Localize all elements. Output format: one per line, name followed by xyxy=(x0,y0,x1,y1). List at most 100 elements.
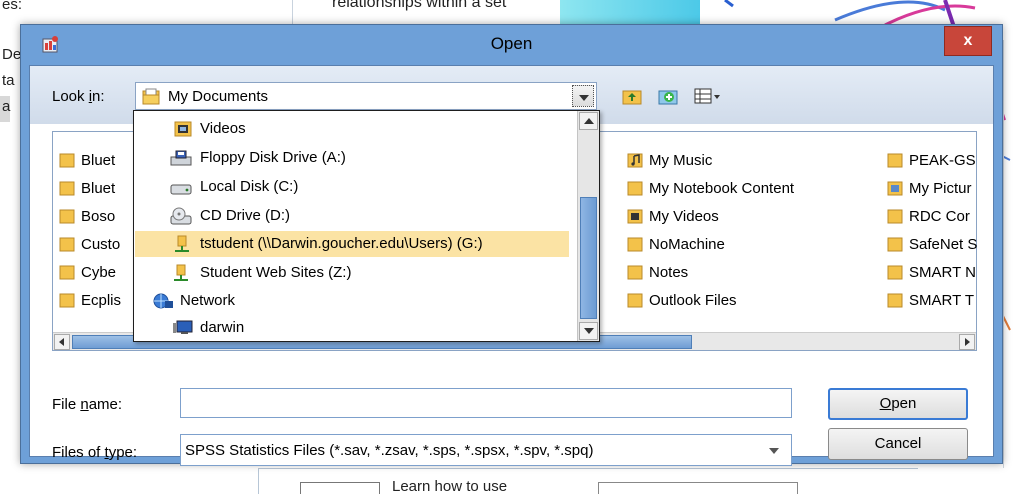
filetype-value: SPSS Statistics Files (*.sav, *.zsav, *.… xyxy=(185,442,594,459)
dropdown-item-label: Videos xyxy=(200,120,246,137)
list-item-label: RDC Cor xyxy=(909,208,970,225)
list-item[interactable]: PEAK-GS xyxy=(887,152,976,169)
list-item[interactable]: Notes xyxy=(627,264,688,281)
list-item-label: NoMachine xyxy=(649,236,725,253)
list-item-label: Bluet xyxy=(81,180,116,197)
list-item[interactable]: Boso xyxy=(59,208,115,225)
computer-icon xyxy=(173,320,193,334)
dropdown-item-label: Local Disk (C:) xyxy=(200,178,299,195)
list-item-label: My Pictur xyxy=(909,180,972,197)
list-item-label: My Notebook Content xyxy=(649,180,795,197)
list-item-label: My Videos xyxy=(649,208,719,225)
lookin-dropdown-button[interactable] xyxy=(572,85,594,107)
folder-icon xyxy=(59,209,75,224)
filename-label: File name: xyxy=(52,396,122,413)
list-item[interactable]: My Notebook Content xyxy=(627,180,794,197)
cd-drive-icon xyxy=(170,207,192,225)
list-item[interactable]: Bluet xyxy=(59,180,115,197)
dropdown-item-videos[interactable]: Videos xyxy=(134,117,574,141)
dropdown-item-label: darwin xyxy=(200,319,245,336)
floppy-drive-icon xyxy=(170,150,192,166)
scroll-thumb[interactable] xyxy=(580,197,597,319)
dropdown-vertical-scrollbar[interactable] xyxy=(577,111,599,341)
list-item[interactable]: My Music xyxy=(627,152,712,169)
dropdown-item-student-web-sites[interactable]: Student Web Sites (Z:) xyxy=(134,261,574,285)
filetype-select[interactable]: SPSS Statistics Files (*.sav, *.zsav, *.… xyxy=(180,434,792,466)
folder-icon xyxy=(627,293,643,308)
up-one-level-icon[interactable] xyxy=(622,86,642,106)
open-button[interactable]: Open xyxy=(828,388,968,420)
background-bottom-text: Learn how to use xyxy=(392,478,508,494)
network-drive-icon xyxy=(174,264,188,281)
list-item[interactable]: RDC Cor xyxy=(887,208,970,225)
scroll-right-button[interactable] xyxy=(959,334,975,350)
network-drive-icon xyxy=(175,235,189,252)
folder-icon xyxy=(59,265,75,280)
folder-icon xyxy=(887,153,903,168)
scroll-left-button[interactable] xyxy=(54,334,70,350)
folder-icon xyxy=(627,181,643,196)
list-item[interactable]: Cybe xyxy=(59,264,116,281)
dropdown-item-darwin[interactable]: darwin xyxy=(134,316,574,340)
view-menu-icon[interactable] xyxy=(694,86,722,106)
close-button[interactable]: x xyxy=(944,26,992,56)
dropdown-item-label: Student Web Sites (Z:) xyxy=(200,264,352,281)
folder-icon xyxy=(887,293,903,308)
background-text: De xyxy=(2,46,22,63)
lookin-value: My Documents xyxy=(168,88,269,105)
list-item[interactable]: SMART N xyxy=(887,264,976,281)
folder-icon xyxy=(59,153,75,168)
scroll-down-button[interactable] xyxy=(579,322,598,340)
list-item-label: Outlook Files xyxy=(649,292,737,309)
background-panel xyxy=(1003,40,1015,470)
folder-icon xyxy=(887,265,903,280)
filename-input[interactable] xyxy=(180,388,792,418)
open-button-label: pen xyxy=(891,395,917,412)
list-item[interactable]: SafeNet S xyxy=(887,236,977,253)
dropdown-item-local-disk[interactable]: Local Disk (C:) xyxy=(134,175,574,199)
background-text: es: xyxy=(2,0,23,13)
chevron-down-icon[interactable] xyxy=(769,448,779,454)
dropdown-item-label: CD Drive (D:) xyxy=(200,207,290,224)
hard-disk-icon xyxy=(170,184,192,195)
dropdown-item-label: Network xyxy=(180,292,236,309)
list-item-label: Ecplis xyxy=(81,292,122,309)
dropdown-item-floppy[interactable]: Floppy Disk Drive (A:) xyxy=(134,146,574,170)
music-folder-icon xyxy=(627,153,643,168)
dialog-title: Open xyxy=(490,34,533,53)
lookin-dropdown-list[interactable]: Videos Floppy Disk Drive (A:) Local Disk… xyxy=(133,110,600,342)
new-folder-icon[interactable] xyxy=(658,86,678,106)
list-item[interactable]: Custo xyxy=(59,236,120,253)
videos-folder-icon xyxy=(627,209,643,224)
list-item[interactable]: SMART T xyxy=(887,292,974,309)
filetype-label-text: Files of xyxy=(52,444,105,461)
scroll-up-button[interactable] xyxy=(579,112,598,130)
dropdown-item-tstudent[interactable]: tstudent (\\Darwin.goucher.edu\Users) (G… xyxy=(135,231,569,257)
dropdown-item-cd-drive[interactable]: CD Drive (D:) xyxy=(134,204,574,228)
background-bottom-box xyxy=(300,482,380,494)
folder-icon xyxy=(627,237,643,252)
lookin-label-text: n: xyxy=(92,88,105,105)
list-item[interactable]: Ecplis xyxy=(59,292,121,309)
filetype-label-text: ype: xyxy=(108,444,138,461)
list-item-label: SMART T xyxy=(909,292,975,309)
list-item[interactable]: My Pictur xyxy=(887,180,972,197)
list-item[interactable]: Outlook Files xyxy=(627,292,737,309)
lookin-combobox[interactable]: My Documents xyxy=(135,82,597,110)
background-top-text: relationships within a set xyxy=(332,0,507,11)
lookin-label: Look in: xyxy=(52,88,105,105)
cancel-button[interactable]: Cancel xyxy=(828,428,968,460)
folder-icon xyxy=(59,181,75,196)
dropdown-item-network[interactable]: Network xyxy=(134,289,574,313)
network-icon xyxy=(153,293,173,309)
folder-icon xyxy=(627,265,643,280)
background-text: ta xyxy=(2,72,15,89)
list-item-label: Notes xyxy=(649,264,689,281)
background-bottom: Learn how to use xyxy=(0,468,1015,494)
folder-icon xyxy=(887,237,903,252)
list-item[interactable]: NoMachine xyxy=(627,236,725,253)
dialog-titlebar[interactable]: Open x xyxy=(21,25,1002,65)
list-item[interactable]: My Videos xyxy=(627,208,719,225)
list-item-label: My Music xyxy=(649,152,713,169)
list-item[interactable]: Bluet xyxy=(59,152,115,169)
